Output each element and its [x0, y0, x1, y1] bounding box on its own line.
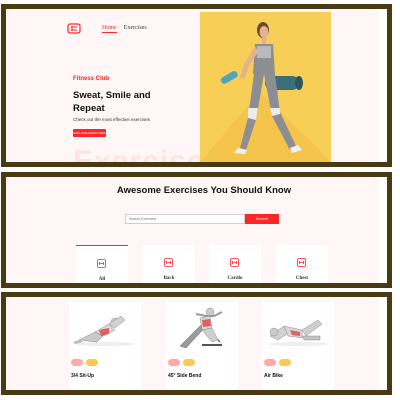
exercise-illustration — [73, 315, 135, 346]
dumbbell-logo-icon[interactable] — [67, 23, 81, 34]
right-gutter — [379, 9, 387, 162]
category-card-back[interactable]: Back — [143, 245, 195, 283]
hero-banner-image — [200, 12, 331, 162]
exercise-name: 45° Side Bend — [168, 373, 202, 379]
exercise-card[interactable]: 45° Side Bend — [166, 302, 238, 390]
category-label: All — [98, 277, 106, 282]
body-part-tag[interactable] — [264, 359, 276, 366]
body-part-tag[interactable] — [71, 359, 83, 366]
hero-panel: Home Exercises Fitness Club Sweat, Smile… — [1, 4, 392, 167]
nav-link-exercises[interactable]: Exercises — [124, 25, 147, 33]
target-tag[interactable] — [86, 359, 98, 366]
search-heading: Awesome Exercises You Should Know — [116, 185, 292, 196]
body-part-tag[interactable] — [168, 359, 180, 366]
target-tag[interactable] — [183, 359, 195, 366]
hero-heading: Sweat, Smile and Repeat — [73, 90, 151, 114]
exercise-name: Air Bike — [264, 373, 283, 379]
gym-icon — [297, 258, 306, 267]
search-input[interactable] — [125, 214, 245, 224]
category-card-cardio[interactable]: Cardio — [209, 245, 261, 283]
exercise-card[interactable]: 3/4 Sit-Up — [69, 302, 141, 390]
right-gutter — [379, 177, 387, 283]
nav-links: Home Exercises — [102, 25, 147, 33]
gym-icon — [97, 259, 106, 268]
category-label: Cardio — [227, 276, 243, 281]
hero-subtext: Check out the most effective exercises — [73, 117, 150, 122]
gym-icon — [230, 258, 239, 267]
right-gutter — [379, 297, 387, 390]
target-tag[interactable] — [279, 359, 291, 366]
category-label: Chest — [295, 276, 309, 281]
exercise-name: 3/4 Sit-Up — [71, 373, 95, 379]
exercises-panel: 3/4 Sit-Up 45° Side Bend Air Bike — [1, 292, 392, 395]
category-label: Back — [163, 276, 175, 281]
search-button[interactable]: Search — [245, 214, 279, 224]
category-card-all[interactable]: All — [76, 245, 128, 283]
nav-link-home[interactable]: Home — [102, 25, 117, 33]
hero-background-word: Exercise — [73, 145, 205, 167]
hero-eyebrow: Fitness Club — [73, 76, 110, 82]
category-card-chest[interactable]: Chest — [276, 245, 328, 283]
exercise-illustration — [179, 307, 223, 349]
gym-icon — [164, 258, 173, 267]
search-panel: Awesome Exercises You Should Know Search… — [1, 172, 392, 288]
exercise-illustration — [268, 319, 328, 346]
exercise-card[interactable]: Air Bike — [262, 302, 334, 390]
explore-exercises-button[interactable]: EXPLORE EXERCISES — [73, 129, 106, 137]
